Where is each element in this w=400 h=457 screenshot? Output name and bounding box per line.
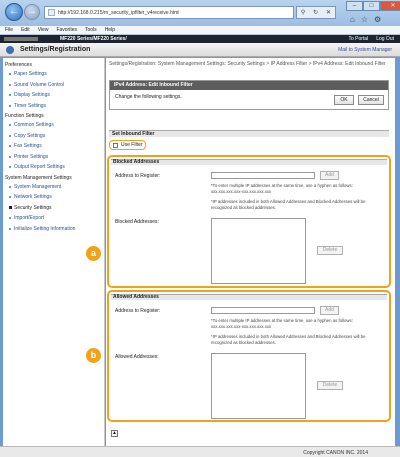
forward-icon[interactable]: → xyxy=(24,4,40,20)
edit-filter-box: IPv4 Address: Edit Inbound Filter Change… xyxy=(109,80,389,110)
sidebar-group-title: Function Settings xyxy=(5,113,44,119)
favorites-icon[interactable]: ☆ xyxy=(361,15,368,24)
maximize-icon[interactable]: □ xyxy=(363,1,380,11)
address-tools: ⚲ ↻ ✕ xyxy=(296,6,336,19)
page-footer: Copyright CANON INC. 2014 xyxy=(0,446,400,457)
logout-link[interactable]: Log Out xyxy=(376,36,394,42)
menu-favorites[interactable]: Favorites xyxy=(56,27,77,33)
blocked-register-label: Address to Register: xyxy=(115,173,161,179)
scroll-top-icon[interactable]: ▲ xyxy=(111,430,118,437)
page-title: Settings/Registration xyxy=(20,46,91,53)
sidebar-item-system-management[interactable]: System Management xyxy=(3,182,104,193)
menu-help[interactable]: Help xyxy=(105,27,115,33)
blocked-delete-button[interactable]: Delete xyxy=(317,246,343,255)
sidebar-item-timer-settings[interactable]: Timer Settings xyxy=(3,101,104,112)
sidebar-item-common-settings[interactable]: Common Settings xyxy=(3,120,104,131)
allowed-delete-button[interactable]: Delete xyxy=(317,381,343,390)
sidebar-item-printer-settings[interactable]: Printer Settings xyxy=(3,152,104,163)
sidebar-item-import-export[interactable]: Import/Export xyxy=(3,213,104,224)
sidebar-group-title: Preferences xyxy=(5,62,32,68)
box-message: Change the following settings. xyxy=(115,94,182,100)
section-title: Set Inbound Filter xyxy=(109,130,389,137)
allowed-register-label: Address to Register: xyxy=(115,308,161,314)
back-icon[interactable]: ← xyxy=(5,3,23,21)
sidebar-item-paper-settings[interactable]: Paper Settings xyxy=(3,69,104,80)
brand-logo xyxy=(4,37,38,41)
blocked-address-list[interactable] xyxy=(211,218,306,284)
portal-link[interactable]: To Portal xyxy=(348,36,368,42)
browser-menubar: File Edit View Favorites Tools Help xyxy=(0,26,400,35)
home-icon[interactable]: ⌂ xyxy=(350,15,355,24)
menu-edit[interactable]: Edit xyxy=(21,27,30,33)
gear-icon[interactable]: ⚙ xyxy=(374,15,381,24)
browser-toolbar-icons: ⌂ ☆ ⚙ xyxy=(350,15,381,24)
blocked-addresses-group: Blocked Addresses Address to Register: A… xyxy=(107,155,391,288)
page-header: Settings/Registration Mail to System Man… xyxy=(0,43,400,57)
blocked-address-input[interactable] xyxy=(211,172,315,179)
minimize-icon[interactable]: – xyxy=(346,1,363,11)
blocked-add-button[interactable]: Add xyxy=(320,171,339,180)
refresh-icon[interactable]: ↻ xyxy=(313,9,318,16)
browser-titlebar: ← → http://192.168.0.215/rn_security_ipf… xyxy=(0,0,400,26)
sidebar-item-copy-settings[interactable]: Copy Settings xyxy=(3,131,104,142)
blocked-addresses-title: Blocked Addresses xyxy=(111,159,387,165)
address-bar[interactable]: http://192.168.0.215/rn_security_ipfilte… xyxy=(44,6,294,19)
cancel-button[interactable]: Cancel xyxy=(358,95,384,105)
blocked-list-label: Blocked Addresses: xyxy=(115,219,159,225)
page-icon xyxy=(48,9,55,16)
allowed-address-input[interactable] xyxy=(211,307,315,314)
blocked-note-priority: *IP addresses included in both Allowed A… xyxy=(211,199,366,210)
main-content: Settings/Registration: System Management… xyxy=(106,58,395,446)
close-icon[interactable]: ✕ xyxy=(380,1,400,11)
use-filter-checkbox[interactable] xyxy=(113,142,118,148)
callout-badge-b: b xyxy=(86,348,101,363)
allowed-list-label: Allowed Addresses: xyxy=(115,354,159,360)
sidebar-item-sound-volume[interactable]: Sound Volume Control xyxy=(3,80,104,91)
sidebar-group-title: System Management Settings xyxy=(5,174,72,181)
sidebar-item-output-report[interactable]: Output Report Settings xyxy=(3,162,104,173)
settings-icon xyxy=(6,46,14,54)
menu-file[interactable]: File xyxy=(5,27,13,33)
breadcrumb: Settings/Registration: System Management… xyxy=(109,61,386,67)
copyright-text: Copyright CANON INC. 2014 xyxy=(303,450,368,456)
use-filter-option[interactable]: Use Filter xyxy=(109,140,147,150)
device-model: MF220 Series/MF220 Series/ xyxy=(60,36,127,42)
use-filter-label: Use Filter xyxy=(121,142,143,148)
sidebar-item-fax-settings[interactable]: Fax Settings xyxy=(3,141,104,152)
address-url: http://192.168.0.215/rn_security_ipfilte… xyxy=(58,9,180,16)
sidebar-item-display-settings[interactable]: Display Settings xyxy=(3,90,104,101)
allowed-addresses-group: Allowed Addresses Address to Register: A… xyxy=(107,290,391,422)
blocked-note-hyphen: *To enter multiple IP addresses at the s… xyxy=(211,183,353,194)
window-controls: – □ ✕ xyxy=(346,1,400,11)
menu-tools[interactable]: Tools xyxy=(85,27,97,33)
stop-icon[interactable]: ✕ xyxy=(326,9,331,16)
allowed-note-hyphen: *To enter multiple IP addresses at the s… xyxy=(211,318,353,329)
app-header: MF220 Series/MF220 Series/ To Portal Log… xyxy=(0,35,400,43)
box-title: IPv4 Address: Edit Inbound Filter xyxy=(110,81,388,90)
menu-view[interactable]: View xyxy=(38,27,49,33)
mail-manager-link[interactable]: Mail to System Manager xyxy=(338,47,392,53)
allowed-note-priority: *IP addresses included in both Allowed A… xyxy=(211,334,366,345)
allowed-add-button[interactable]: Add xyxy=(320,306,339,315)
search-icon[interactable]: ⚲ xyxy=(301,9,305,16)
allowed-addresses-title: Allowed Addresses xyxy=(111,294,387,300)
sidebar-item-security-settings[interactable]: Security Settings xyxy=(3,203,104,214)
allowed-address-list[interactable] xyxy=(211,353,306,419)
ok-button[interactable]: OK xyxy=(334,95,354,105)
sidebar-item-network-settings[interactable]: Network Settings xyxy=(3,192,104,203)
callout-badge-a: a xyxy=(86,246,101,261)
sidebar-item-initialize[interactable]: Initialize Setting Information xyxy=(3,224,104,235)
